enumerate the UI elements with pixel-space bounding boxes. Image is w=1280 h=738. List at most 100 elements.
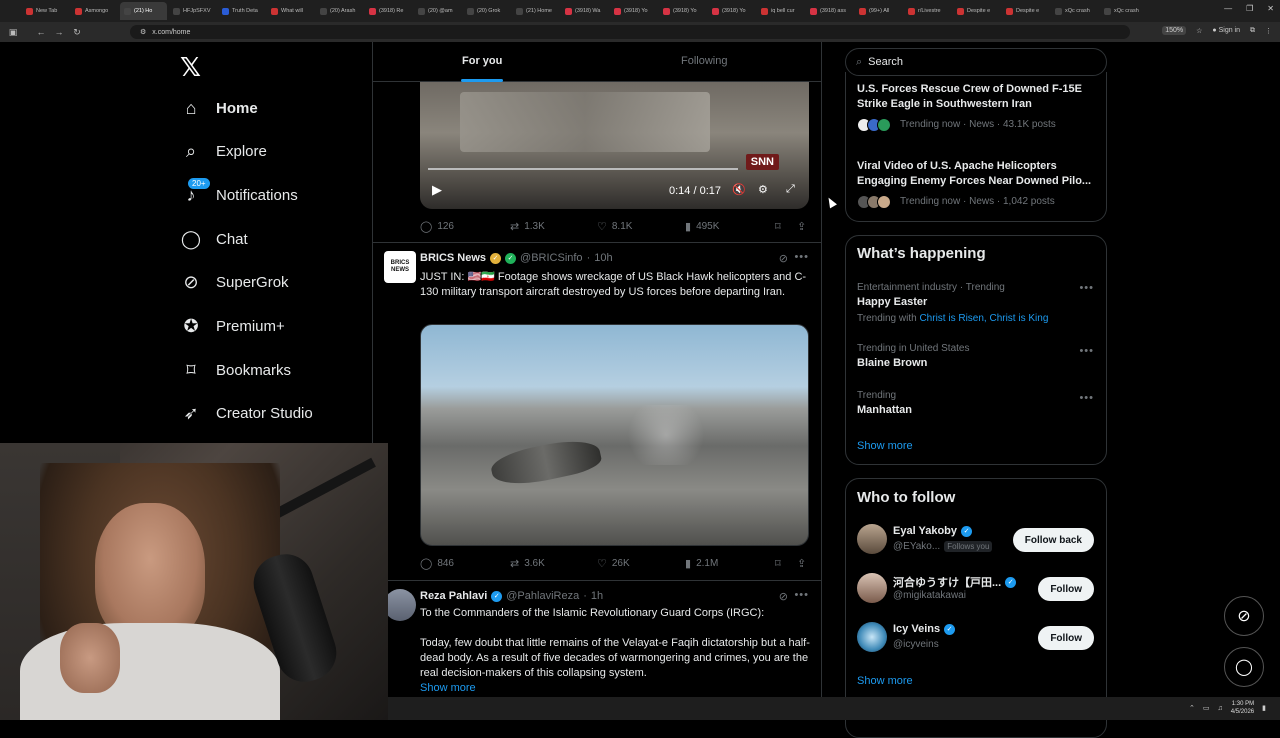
views-button[interactable]: ▮ 2.1M (685, 557, 718, 570)
like-button[interactable]: ♡ 8.1K (597, 220, 632, 233)
follow-back-button[interactable]: Follow back (1012, 528, 1094, 552)
reload-icon[interactable]: ↻ (68, 27, 86, 38)
video-player[interactable]: SNN ▶ 0:14 / 0:17 🔇 ⚙ ⤢ (420, 82, 809, 209)
bookmark-star-icon[interactable]: ☆ (1196, 27, 1202, 35)
like-button[interactable]: ♡ 26K (597, 557, 630, 570)
settings-gear-icon[interactable]: ⚙ (758, 183, 768, 196)
browser-tab[interactable]: r/Livestre (904, 2, 951, 20)
browser-tab[interactable]: (3918) Yo (610, 2, 657, 20)
news-headline[interactable]: U.S. Forces Rescue Crew of Downed F-15E … (857, 82, 1097, 112)
author-handle[interactable]: @BRICSinfo (520, 252, 583, 264)
avatar[interactable] (384, 589, 416, 621)
sign-in-button[interactable]: ● Sign in (1212, 27, 1240, 34)
more-icon[interactable]: ••• (1079, 282, 1094, 294)
chat-floating-button[interactable]: ◯ (1224, 647, 1264, 687)
tray-chevron-icon[interactable]: ⌃ (1189, 704, 1195, 712)
notification-center-icon[interactable]: ▮ (1262, 704, 1266, 712)
author-name[interactable]: BRICS News (420, 252, 486, 264)
video-progress-bar[interactable] (428, 168, 738, 170)
tab-for-you[interactable]: For you (462, 55, 502, 67)
trend-related-links[interactable]: Christ is Risen, Christ is King (919, 313, 1048, 324)
extensions-icon[interactable]: ⧉ (1250, 27, 1255, 35)
news-headline[interactable]: Viral Video of U.S. Apache Helicopters E… (857, 159, 1097, 189)
nav-supergrok[interactable]: ⊘ SuperGrok (180, 267, 288, 297)
browser-tab[interactable]: (21) Home (512, 2, 559, 20)
back-icon[interactable]: ← (32, 27, 50, 37)
post-time[interactable]: 10h (594, 252, 612, 264)
clock[interactable]: 1:30 PM 4/5/2026 (1231, 700, 1254, 716)
author-name[interactable]: Reza Pahlavi (420, 590, 487, 602)
volume-icon[interactable]: ♫ (1218, 705, 1223, 712)
close-icon[interactable]: ✕ (1267, 4, 1274, 13)
nav-explore[interactable]: ⌕ Explore (180, 136, 267, 166)
browser-tab[interactable]: (3918) Yo (659, 2, 706, 20)
browser-tab[interactable]: iq bell cur (757, 2, 804, 20)
browser-tab[interactable]: (20) Grok (463, 2, 510, 20)
more-icon[interactable]: ••• (794, 251, 809, 263)
browser-tab[interactable]: New Tab (22, 2, 69, 20)
url-field[interactable]: ⚙ x.com/home (130, 25, 1130, 39)
grok-icon[interactable]: ⊘ (779, 590, 788, 603)
browser-tab[interactable]: (3918) ass (806, 2, 853, 20)
follow-button[interactable]: Follow (1038, 626, 1094, 650)
reply-button[interactable]: ◯ 126 (420, 220, 454, 233)
account-name[interactable]: 河合ゆうすけ【戸田... ✓ (893, 574, 1017, 590)
avatar[interactable]: BRICS NEWS (384, 251, 416, 283)
minimize-icon[interactable]: — (1224, 4, 1232, 13)
nav-premium[interactable]: ✪ Premium+ (180, 311, 284, 341)
reply-button[interactable]: ◯ 846 (420, 557, 454, 570)
post-time[interactable]: 1h (591, 590, 603, 602)
nav-bookmarks[interactable]: ⌑ Bookmarks (180, 355, 291, 385)
sidebar-toggle-icon[interactable]: ▣ (4, 27, 22, 38)
trend-name[interactable]: Manhattan (857, 404, 912, 416)
browser-tab[interactable]: Truth Deta (218, 2, 265, 20)
search-input[interactable] (868, 56, 1069, 68)
show-more-link[interactable]: Show more (420, 682, 476, 694)
show-more-link[interactable]: Show more (857, 440, 913, 452)
tab-following[interactable]: Following (681, 55, 727, 67)
mute-icon[interactable]: 🔇 (732, 183, 746, 196)
forward-icon[interactable]: → (50, 27, 68, 37)
bookmark-button[interactable]: ⌑ (775, 557, 781, 570)
zoom-level[interactable]: 150% (1162, 26, 1187, 35)
browser-tab[interactable]: (20) @am (414, 2, 461, 20)
trend-name[interactable]: Blaine Brown (857, 357, 927, 369)
browser-tab[interactable]: (99+) All (855, 2, 902, 20)
fullscreen-icon[interactable]: ⤢ (786, 183, 795, 196)
share-button[interactable]: ⇪ (797, 220, 806, 233)
nav-chat[interactable]: ◯ Chat (180, 224, 248, 254)
restore-icon[interactable]: ❐ (1246, 4, 1253, 13)
account-name[interactable]: Icy Veins ✓ (893, 623, 956, 635)
browser-tab[interactable]: (3918) Wa (561, 2, 608, 20)
share-button[interactable]: ⇪ (797, 557, 806, 570)
browser-tab[interactable]: (20) Arash (316, 2, 363, 20)
avatar[interactable] (857, 573, 887, 603)
nav-home[interactable]: ⌂ Home (180, 93, 258, 123)
more-icon[interactable]: ••• (1079, 392, 1094, 404)
menu-icon[interactable]: ⋮ (1265, 27, 1272, 35)
search-box[interactable]: ⌕ (845, 48, 1107, 76)
trend-name[interactable]: Happy Easter (857, 296, 927, 308)
repost-button[interactable]: ⇄ 1.3K (510, 220, 545, 233)
browser-tab[interactable]: Asmongo (71, 2, 118, 20)
show-more-link[interactable]: Show more (857, 675, 913, 687)
browser-tab[interactable]: HFJpSFXV (169, 2, 216, 20)
author-handle[interactable]: @PahlaviReza (506, 590, 579, 602)
views-button[interactable]: ▮ 495K (685, 220, 719, 233)
nav-notifications[interactable]: ♪ 20+ Notifications (180, 178, 298, 210)
browser-tab[interactable]: (3918) Yo (708, 2, 755, 20)
follow-button[interactable]: Follow (1038, 577, 1094, 601)
browser-tab[interactable]: xQc crash (1051, 2, 1098, 20)
grok-floating-button[interactable]: ⊘ (1224, 596, 1264, 636)
grok-icon[interactable]: ⊘ (779, 252, 788, 265)
browser-tab[interactable]: xQc crash (1100, 2, 1147, 20)
avatar[interactable] (857, 524, 887, 554)
bookmark-button[interactable]: ⌑ (775, 220, 781, 233)
more-icon[interactable]: ••• (1079, 345, 1094, 357)
browser-tab[interactable]: Despite e (953, 2, 1000, 20)
site-info-icon[interactable]: ⚙ (140, 28, 146, 36)
nav-creator-studio[interactable]: ➶ Creator Studio (180, 398, 312, 428)
browser-tab[interactable]: (3918) Re (365, 2, 412, 20)
repost-button[interactable]: ⇄ 3.6K (510, 557, 545, 570)
browser-tab[interactable]: Despite e (1002, 2, 1049, 20)
